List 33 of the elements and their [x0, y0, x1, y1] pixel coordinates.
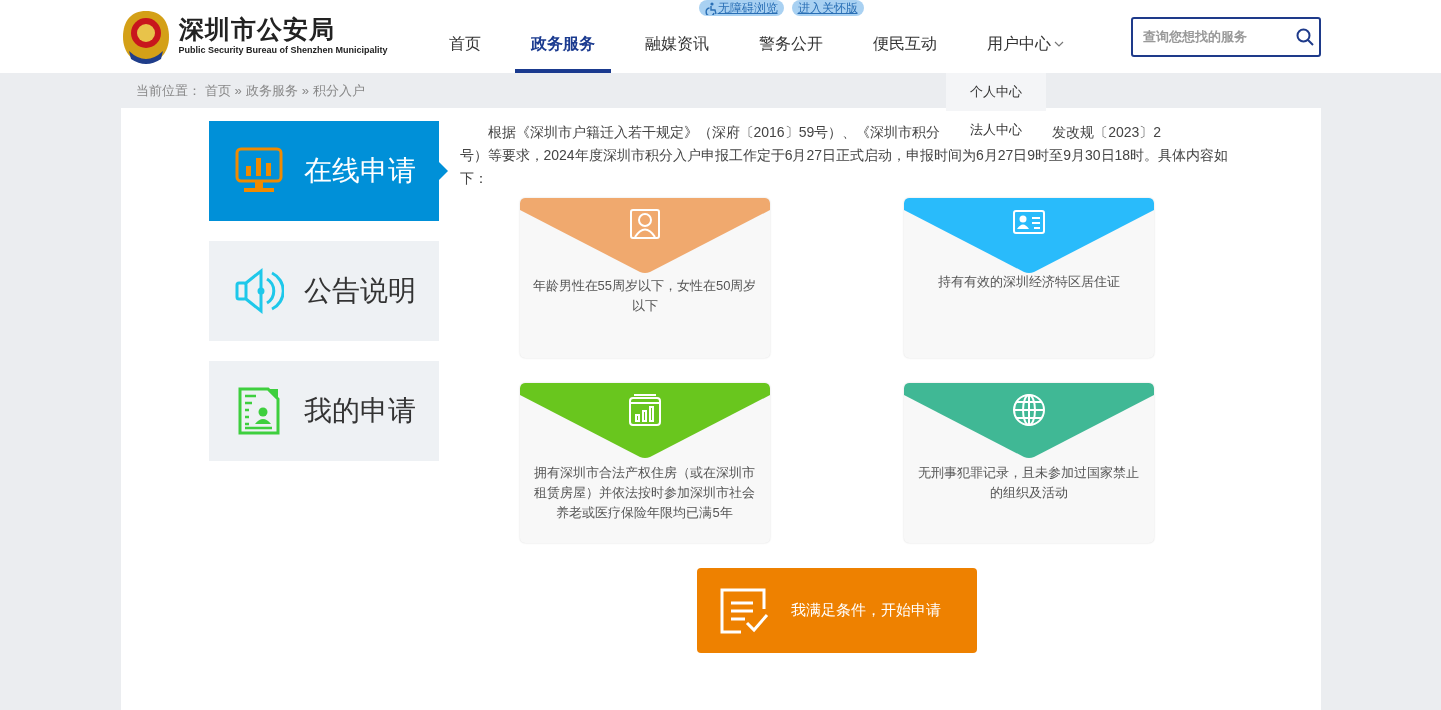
side-tab[interactable]: 我的申请	[208, 361, 439, 461]
nav-tab[interactable]: 首页	[432, 18, 497, 73]
speaker-icon	[233, 266, 284, 316]
site-title: 深圳市公安局	[178, 16, 336, 44]
bar-chart-icon	[627, 393, 662, 427]
side-tab[interactable]: 公告说明	[208, 241, 439, 341]
police-emblem-icon	[120, 8, 171, 65]
person-icon	[628, 208, 661, 240]
intro-text: 号）等要求，2024年度深圳市积分入户申报工作定于6月27日正式启动，申报时间为6月27日9时至9月30日18时。具体内容如下：	[459, 146, 1230, 188]
globe-icon	[1011, 393, 1046, 427]
site-subtitle: Public Security Bureau of Shenzhen Municipality	[178, 43, 388, 57]
intro-text: 发改规〔2023〕2	[1052, 123, 1162, 142]
breadcrumb-separator: »	[301, 81, 309, 100]
nav-tab[interactable]: 便民互动	[856, 18, 953, 73]
search-field[interactable]: 查询您想找的服务	[1130, 16, 1321, 57]
nav-tab[interactable]: 政务服务	[514, 18, 611, 73]
condition-text: 年龄男性在55周岁以下，女性在50周岁以下	[531, 277, 758, 315]
condition-text: 持有有效的深圳经济特区居住证	[936, 273, 1121, 291]
condition-text: 拥有深圳市合法产权住房（或在深圳市租赁房屋）并依法按时参加深圳市社会养老或医疗保险年限均已满5年	[533, 464, 756, 522]
pointer-icon	[438, 162, 448, 180]
nav-tab[interactable]: 融媒资讯	[628, 18, 725, 73]
nav-tab[interactable]: 警务公开	[742, 18, 839, 73]
breadcrumb-label: 当前位置：	[135, 81, 201, 100]
intro-text: 根据《深圳市户籍迁入若干规定》（深府〔2016〕59号）、《深圳市积分	[486, 123, 941, 142]
wheelchair-icon	[704, 1, 717, 15]
search-icon[interactable]	[1294, 26, 1315, 47]
checklist-icon	[718, 586, 769, 635]
id-card-icon	[1011, 208, 1046, 236]
nav-tab[interactable]: 用户中心	[970, 18, 1080, 73]
chevron-down-icon	[1053, 40, 1064, 47]
dropdown-item[interactable]: 个人中心	[946, 73, 1047, 111]
condition-text: 无刑事犯罪记录，且未参加过国家禁止的组织及活动	[917, 464, 1140, 502]
breadcrumb-separator: »	[234, 81, 242, 100]
